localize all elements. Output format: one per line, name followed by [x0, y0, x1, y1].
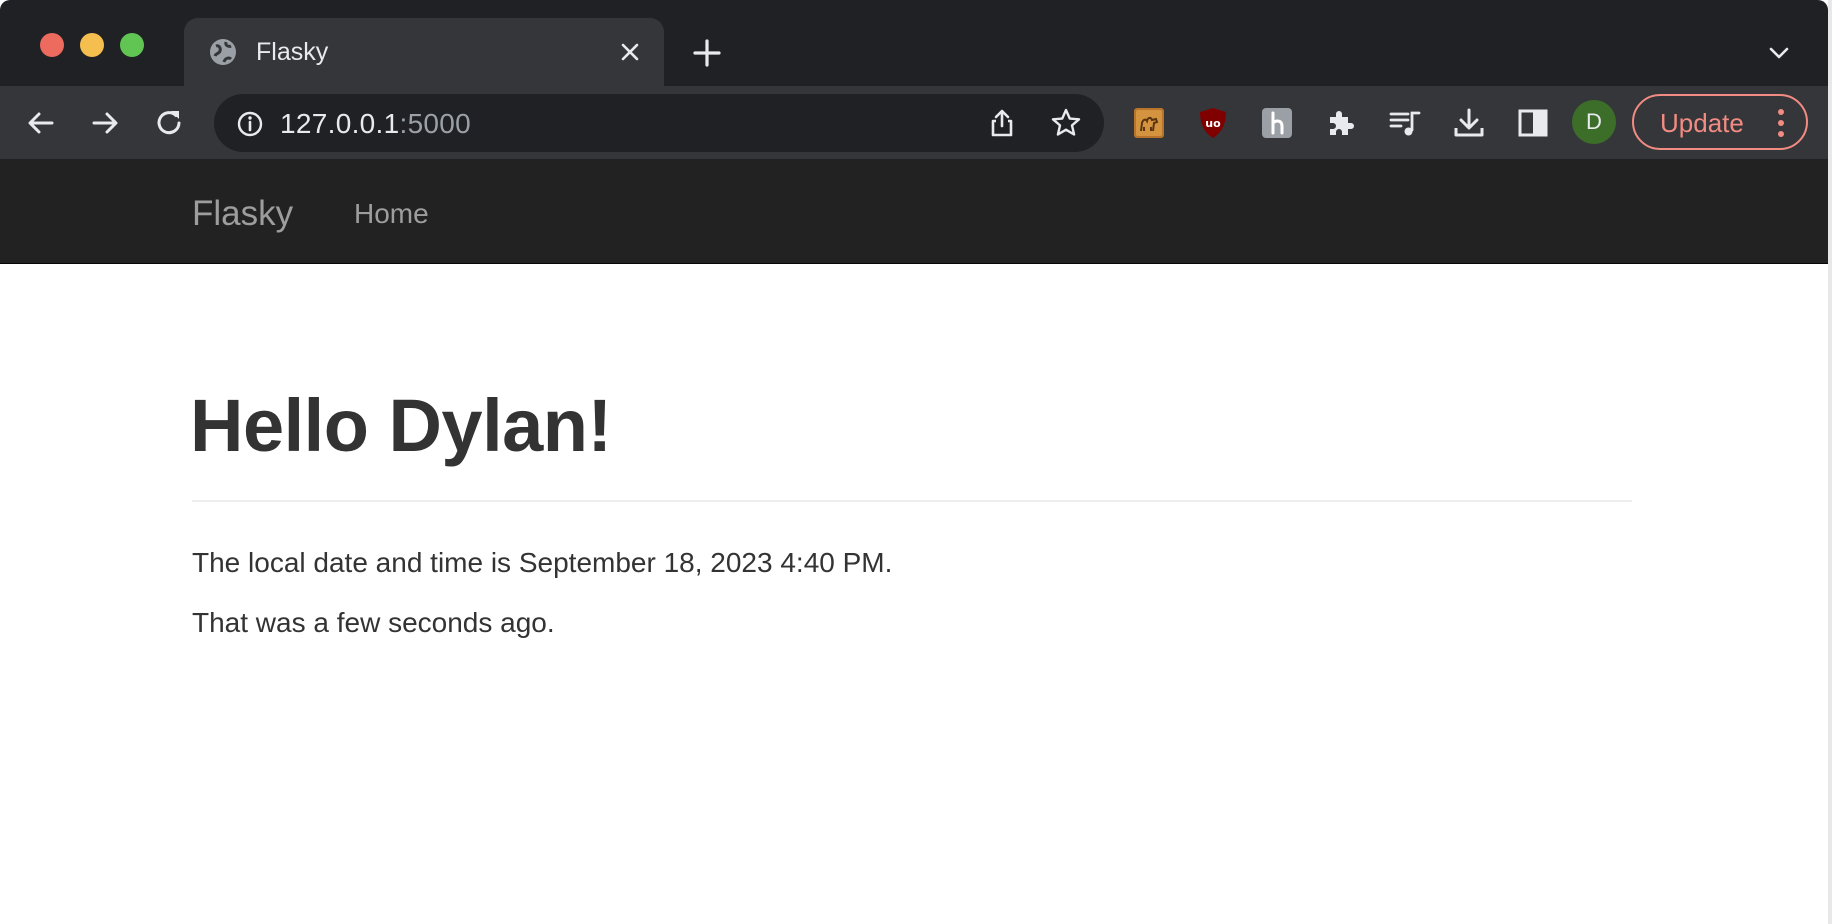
relative-time-text: That was a few seconds ago.: [192, 607, 555, 638]
tab-strip: Flasky: [0, 0, 1828, 86]
tab-title: Flasky: [256, 38, 329, 66]
desktop-backdrop: [1828, 0, 1832, 924]
url-text[interactable]: 127.0.0.1:5000: [280, 108, 471, 140]
share-icon[interactable]: [986, 107, 1018, 139]
info-icon[interactable]: [236, 110, 264, 138]
update-label: Update: [1660, 108, 1744, 138]
puzzle-extensions-icon[interactable]: [1324, 106, 1358, 140]
minimize-window-button[interactable]: [80, 33, 104, 57]
url-host: 127.0.0.1: [280, 108, 400, 139]
download-icon[interactable]: [1452, 106, 1486, 140]
close-window-button[interactable]: [40, 33, 64, 57]
ublock-origin-icon[interactable]: uo: [1196, 106, 1230, 140]
browser-toolbar: 127.0.0.1:5000 uo: [0, 86, 1828, 160]
header-divider: [192, 500, 1632, 502]
update-button[interactable]: Update: [1632, 94, 1808, 150]
tab-flasky[interactable]: Flasky: [184, 18, 664, 86]
chevron-down-icon[interactable]: [1766, 40, 1792, 66]
globe-icon: [210, 39, 236, 65]
maximize-window-button[interactable]: [120, 33, 144, 57]
new-tab-icon[interactable]: [690, 36, 724, 70]
honey-extension-icon[interactable]: [1260, 106, 1294, 140]
forward-arrow-icon[interactable]: [88, 106, 122, 140]
bookmark-star-icon[interactable]: [1050, 107, 1082, 139]
media-queue-icon[interactable]: [1388, 106, 1422, 140]
url-port: :5000: [399, 108, 472, 139]
camel-extension-icon[interactable]: [1132, 106, 1166, 140]
nav-link-home[interactable]: Home: [354, 197, 429, 231]
side-panel-icon[interactable]: [1516, 106, 1550, 140]
back-arrow-icon[interactable]: [24, 106, 58, 140]
address-bar[interactable]: 127.0.0.1:5000: [214, 94, 1104, 152]
browser-window: Flasky 127.0.0.1:5000 uo D Update Flasky…: [0, 0, 1828, 924]
navbar-brand[interactable]: Flasky: [192, 194, 293, 234]
svg-text:uo: uo: [1205, 117, 1221, 130]
reload-icon[interactable]: [152, 106, 186, 140]
close-tab-icon[interactable]: [616, 38, 644, 66]
local-time-text: The local date and time is September 18,…: [192, 547, 893, 578]
more-vertical-icon[interactable]: [1776, 108, 1786, 138]
site-navbar: Flasky Home: [0, 160, 1828, 264]
profile-avatar[interactable]: D: [1572, 100, 1616, 144]
page-heading: Hello Dylan!: [190, 384, 612, 467]
